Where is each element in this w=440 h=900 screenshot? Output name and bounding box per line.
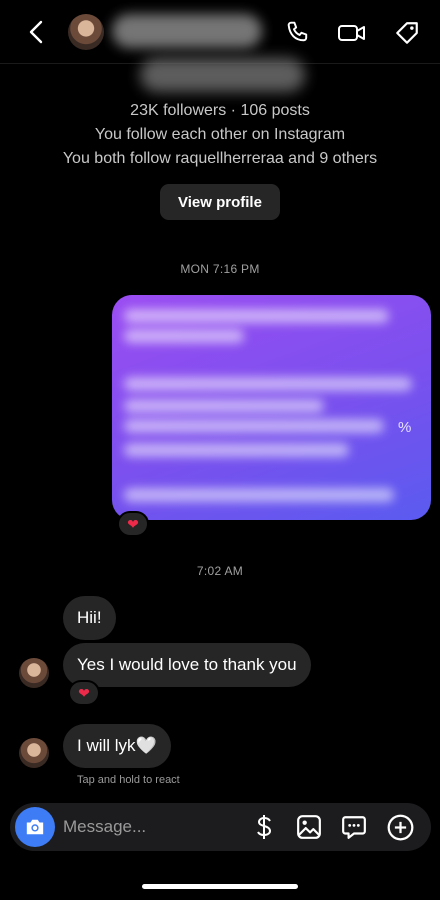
message-composer: Message... [10, 803, 431, 851]
call-button[interactable] [281, 17, 313, 49]
message-bubble[interactable]: Yes I would love to thank you [63, 643, 311, 687]
message-bubble[interactable]: Hii! [63, 596, 116, 640]
back-button[interactable] [22, 18, 50, 46]
tag-icon [396, 22, 418, 44]
home-indicator[interactable] [142, 884, 298, 889]
avatar[interactable] [19, 658, 49, 688]
avatar[interactable] [19, 738, 49, 768]
avatar[interactable] [68, 14, 104, 50]
dollar-icon [257, 815, 272, 839]
chat-header [0, 0, 440, 64]
username-redacted [140, 58, 305, 92]
video-call-button[interactable] [336, 17, 368, 49]
tag-button[interactable] [391, 17, 423, 49]
contact-name-redacted[interactable] [112, 14, 262, 48]
timestamp: 7:02 AM [196, 564, 244, 578]
view-profile-button[interactable]: View profile [160, 184, 280, 220]
phone-icon [287, 21, 308, 42]
sent-message-redacted[interactable] [112, 295, 431, 520]
image-icon [297, 815, 321, 839]
payment-button[interactable] [250, 813, 278, 841]
chat-bubble-icon [342, 816, 366, 839]
add-button[interactable] [386, 813, 414, 841]
camera-button[interactable] [15, 807, 55, 847]
message-input[interactable]: Message... [63, 817, 146, 837]
plus-circle-icon [387, 814, 413, 840]
heart-reaction[interactable]: ❤ [68, 680, 100, 706]
mutual-followers-text: You both follow raquellherreraa and 9 ot… [62, 150, 378, 167]
camera-icon [26, 819, 44, 835]
video-camera-icon [338, 25, 365, 41]
message-bubble[interactable]: I will lyk🤍 [63, 724, 171, 768]
gallery-button[interactable] [295, 813, 323, 841]
sent-message-fragment: % [398, 419, 412, 436]
heart-reaction[interactable]: ❤ [117, 511, 149, 537]
mutual-follow-text: You follow each other on Instagram [94, 126, 346, 143]
react-hint: Tap and hold to react [77, 774, 180, 786]
timestamp: MON 7:16 PM [180, 262, 260, 276]
sticker-button[interactable] [340, 813, 368, 841]
profile-stats: 23K followers · 106 posts [130, 102, 310, 119]
chevron-left-icon [29, 20, 43, 44]
